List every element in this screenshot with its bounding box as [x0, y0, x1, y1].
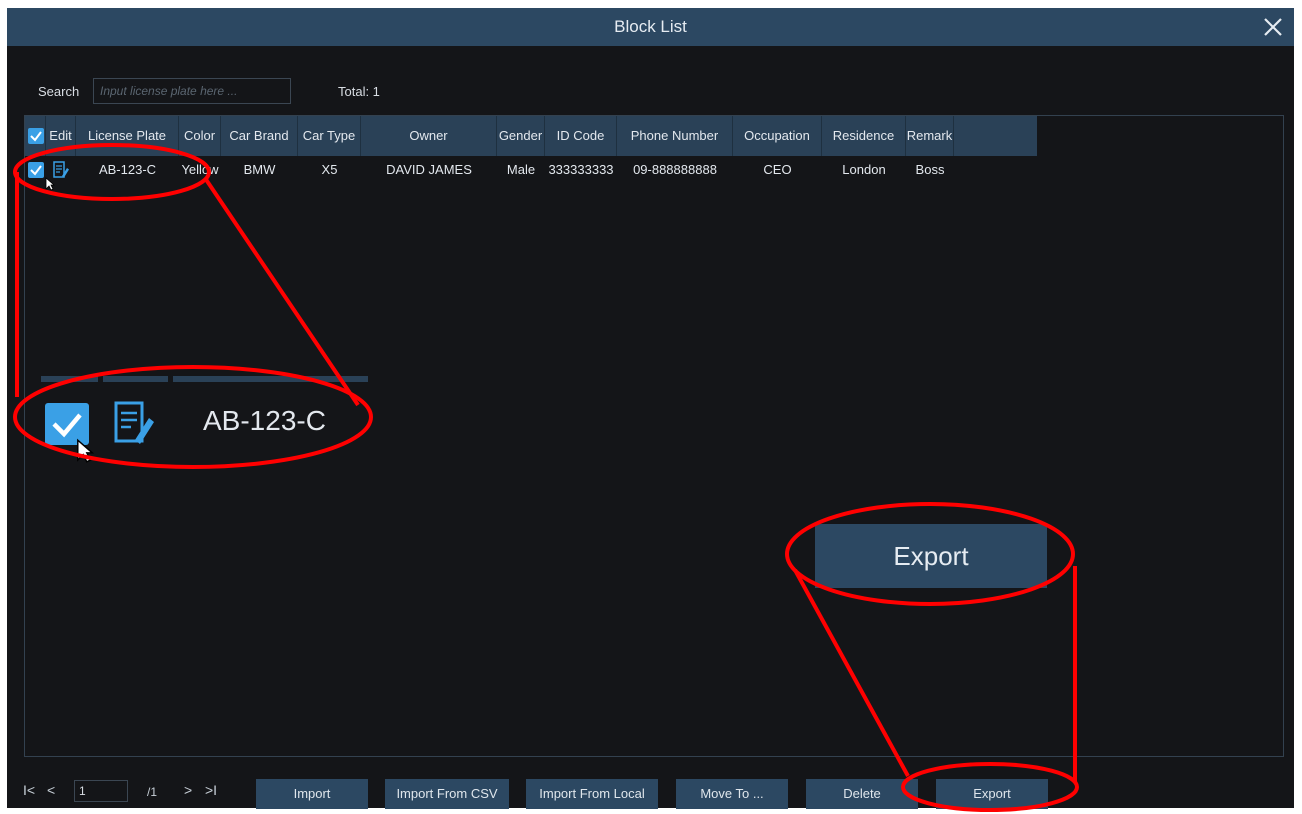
block-list-dialog: Block List Search Total: 1 Edit License …: [7, 8, 1294, 809]
check-icon: [30, 165, 42, 176]
table-header: Edit License Plate Color Car Brand Car T…: [25, 116, 1037, 156]
search-label: Search: [38, 84, 80, 99]
check-icon: [30, 131, 42, 142]
cell-color: Yellow: [181, 162, 219, 177]
page-number-input[interactable]: [74, 780, 128, 802]
first-page-button[interactable]: I<: [23, 782, 35, 798]
cell-residence: London: [842, 162, 886, 177]
table-row[interactable]: AB-123-C Yellow BMW X5 DAVID JAMES Male …: [25, 156, 1037, 184]
col-remark[interactable]: Remark: [906, 116, 954, 156]
zoom-license-plate: AB-123-C: [203, 405, 326, 436]
zoom-mouse-cursor-icon: [77, 438, 94, 463]
cell-phone-number: 09-888888888: [633, 162, 717, 177]
col-color[interactable]: Color: [179, 116, 221, 156]
zoom-header-segment: [103, 376, 168, 382]
col-owner[interactable]: Owner: [361, 116, 497, 156]
select-all-checkbox[interactable]: [28, 128, 44, 144]
col-gender[interactable]: Gender: [497, 116, 545, 156]
import-button[interactable]: Import: [256, 779, 368, 809]
cell-car-type: X5: [321, 162, 338, 177]
export-button[interactable]: Export: [936, 779, 1048, 809]
import-from-local-button[interactable]: Import From Local: [526, 779, 658, 809]
cell-gender: Male: [506, 162, 536, 177]
import-from-csv-button[interactable]: Import From CSV: [385, 779, 509, 809]
move-to-button[interactable]: Move To ...: [676, 779, 788, 809]
close-button[interactable]: [1258, 12, 1288, 42]
cell-car-brand: BMW: [243, 162, 276, 177]
select-all-cell: [25, 116, 46, 156]
title-bar: Block List: [7, 8, 1294, 46]
col-phone-number[interactable]: Phone Number: [617, 116, 733, 156]
next-page-button[interactable]: >: [184, 782, 192, 798]
col-license-plate[interactable]: License Plate: [76, 116, 179, 156]
col-edit: Edit: [46, 116, 76, 156]
mouse-cursor-icon: [45, 177, 55, 191]
total-count: Total: 1: [338, 84, 380, 99]
col-occupation[interactable]: Occupation: [733, 116, 822, 156]
col-residence[interactable]: Residence: [822, 116, 906, 156]
search-input[interactable]: [93, 78, 291, 104]
zoom-header-segment: [41, 376, 98, 382]
cell-owner: DAVID JAMES: [386, 162, 472, 177]
delete-button[interactable]: Delete: [806, 779, 918, 809]
zoom-export-button: Export: [815, 524, 1047, 588]
close-icon: [1264, 18, 1282, 36]
col-car-brand[interactable]: Car Brand: [221, 116, 298, 156]
page-total: /1: [147, 785, 158, 799]
zoom-edit-icon: [113, 400, 155, 446]
prev-page-button[interactable]: <: [47, 782, 55, 798]
cell-remark: Boss: [915, 162, 945, 177]
cell-occupation: CEO: [763, 162, 792, 177]
zoom-header-segment: [173, 376, 368, 382]
cell-license-plate: AB-123-C: [98, 162, 157, 177]
row-checkbox[interactable]: [28, 162, 44, 178]
col-car-type[interactable]: Car Type: [298, 116, 361, 156]
col-id-code[interactable]: ID Code: [545, 116, 617, 156]
cell-id-code: 333333333: [548, 162, 614, 177]
last-page-button[interactable]: >I: [205, 782, 217, 798]
dialog-title: Block List: [614, 17, 687, 36]
edit-icon[interactable]: [53, 161, 69, 179]
